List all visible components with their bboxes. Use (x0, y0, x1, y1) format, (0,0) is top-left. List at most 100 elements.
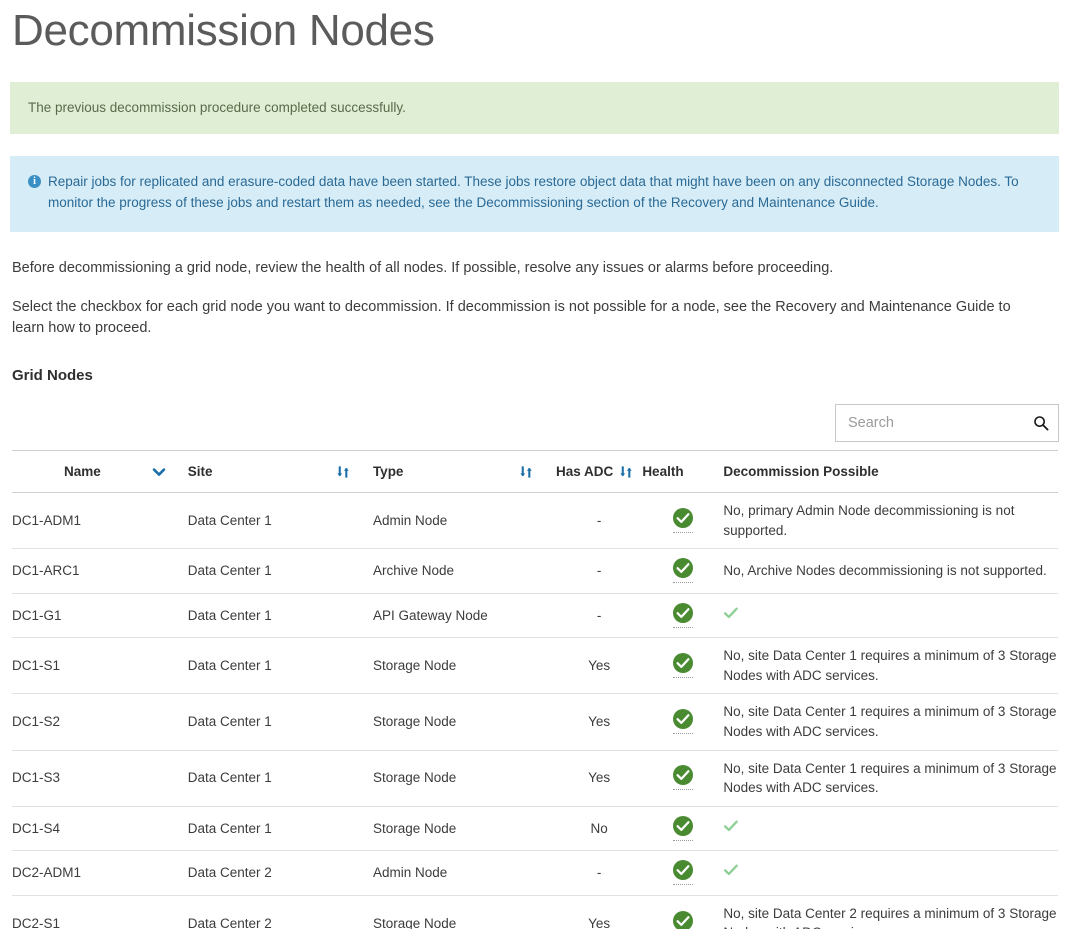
column-header-type-label: Type (373, 464, 404, 479)
cell-health (642, 694, 723, 750)
cell-name: DC1-ADM1 (12, 493, 188, 549)
success-banner-text: The previous decommission procedure comp… (28, 98, 406, 119)
decommission-possible-text: No, site Data Center 1 requires a minimu… (723, 761, 1056, 796)
cell-health (642, 493, 723, 549)
node-has-adc: Yes (588, 658, 610, 673)
decommission-possible-text: No, site Data Center 1 requires a minimu… (723, 648, 1056, 683)
cell-type: Storage Node (373, 806, 556, 851)
cell-name: DC1-G1 (12, 593, 188, 638)
cell-has-adc: - (556, 549, 642, 594)
table-row: DC1-S4 Data Center 1 Storage Node No (12, 806, 1058, 851)
node-type: Storage Node (373, 821, 456, 836)
intro-paragraph-1: Before decommissioning a grid node, revi… (0, 258, 1073, 280)
table-row: DC1-S3 Data Center 1 Storage Node Yes No… (12, 750, 1058, 806)
health-status-icon[interactable] (672, 708, 694, 730)
health-status-icon[interactable] (672, 557, 694, 579)
node-name: DC1-G1 (12, 608, 62, 623)
cell-site: Data Center 1 (188, 694, 373, 750)
cell-name: DC1-S1 (12, 638, 188, 694)
node-site: Data Center 2 (188, 916, 272, 929)
cell-site: Data Center 1 (188, 593, 373, 638)
column-header-site[interactable]: Site (188, 451, 373, 493)
cell-health (642, 851, 723, 896)
grid-nodes-heading: Grid Nodes (0, 367, 1073, 384)
chevron-down-icon[interactable] (152, 465, 188, 479)
table-header: Name Site (12, 451, 1058, 493)
info-banner: i Repair jobs for replicated and erasure… (10, 156, 1059, 232)
table-row: DC1-S2 Data Center 1 Storage Node Yes No… (12, 694, 1058, 750)
node-name: DC2-S1 (12, 916, 60, 929)
table-row: DC2-ADM1 Data Center 2 Admin Node - (12, 851, 1058, 896)
cell-decommission-possible: No, site Data Center 1 requires a minimu… (723, 694, 1058, 750)
decommission-possible-text: No, primary Admin Node decommissioning i… (723, 503, 1014, 538)
node-type: Storage Node (373, 714, 456, 729)
column-header-has-adc-label: Has ADC (556, 464, 613, 479)
health-status-icon[interactable] (672, 764, 694, 786)
cell-has-adc: Yes (556, 895, 642, 929)
cell-type: API Gateway Node (373, 593, 556, 638)
cell-name: DC2-S1 (12, 895, 188, 929)
search-input[interactable] (836, 405, 1058, 441)
success-banner: The previous decommission procedure comp… (10, 82, 1059, 134)
node-type: Storage Node (373, 916, 456, 929)
node-name: DC1-S2 (12, 714, 60, 729)
decommission-possible-text: No, site Data Center 1 requires a minimu… (723, 704, 1056, 739)
decommission-possible-text: No, Archive Nodes decommissioning is not… (723, 563, 1046, 578)
health-status-icon[interactable] (672, 910, 694, 929)
cell-decommission-possible (723, 593, 1058, 638)
node-type: Storage Node (373, 770, 456, 785)
health-status-icon[interactable] (672, 602, 694, 624)
node-has-adc: Yes (588, 770, 610, 785)
node-type: Admin Node (373, 513, 447, 528)
cell-decommission-possible: No, Archive Nodes decommissioning is not… (723, 549, 1058, 594)
sort-updown-icon[interactable] (336, 465, 373, 479)
node-name: DC2-ADM1 (12, 865, 81, 880)
health-status-icon[interactable] (672, 507, 694, 529)
cell-name: DC2-ADM1 (12, 851, 188, 896)
node-has-adc: - (597, 513, 602, 528)
node-site: Data Center 1 (188, 714, 272, 729)
node-has-adc: Yes (588, 916, 610, 929)
column-header-name[interactable]: Name (12, 451, 188, 493)
column-header-has-adc[interactable]: Has ADC (556, 451, 642, 493)
cell-site: Data Center 1 (188, 750, 373, 806)
cell-name: DC1-S2 (12, 694, 188, 750)
health-status-icon[interactable] (672, 652, 694, 674)
cell-type: Storage Node (373, 694, 556, 750)
cell-name: DC1-S3 (12, 750, 188, 806)
sort-updown-icon[interactable] (619, 465, 634, 479)
cell-has-adc: No (556, 806, 642, 851)
search-row (0, 404, 1073, 442)
cell-site: Data Center 1 (188, 806, 373, 851)
node-type: Admin Node (373, 865, 447, 880)
node-name: DC1-ARC1 (12, 563, 80, 578)
sort-updown-icon[interactable] (519, 465, 556, 479)
decommission-possible-check-icon (723, 605, 739, 621)
table-header-row: Name Site (12, 451, 1058, 493)
cell-has-adc: Yes (556, 750, 642, 806)
node-type: Storage Node (373, 658, 456, 673)
node-site: Data Center 1 (188, 513, 272, 528)
decommission-possible-check-icon (723, 862, 739, 878)
info-banner-text: Repair jobs for replicated and erasure-c… (48, 172, 1041, 214)
cell-decommission-possible: No, site Data Center 2 requires a minimu… (723, 895, 1058, 929)
node-site: Data Center 1 (188, 563, 272, 578)
health-status-icon[interactable] (672, 815, 694, 837)
column-header-decommission-possible-label: Decommission Possible (723, 464, 878, 479)
cell-site: Data Center 1 (188, 493, 373, 549)
column-header-health-label: Health (642, 464, 683, 479)
table-row: DC1-G1 Data Center 1 API Gateway Node - (12, 593, 1058, 638)
column-header-type[interactable]: Type (373, 451, 556, 493)
cell-health (642, 593, 723, 638)
node-has-adc: - (597, 563, 602, 578)
node-type: Archive Node (373, 563, 454, 578)
cell-site: Data Center 2 (188, 895, 373, 929)
health-status-icon[interactable] (672, 859, 694, 881)
table-body: DC1-ADM1 Data Center 1 Admin Node - No, … (12, 493, 1058, 929)
node-site: Data Center 1 (188, 770, 272, 785)
node-site: Data Center 1 (188, 658, 272, 673)
cell-type: Storage Node (373, 638, 556, 694)
table-row: DC2-S1 Data Center 2 Storage Node Yes No… (12, 895, 1058, 929)
search-box[interactable] (835, 404, 1059, 442)
cell-type: Storage Node (373, 750, 556, 806)
